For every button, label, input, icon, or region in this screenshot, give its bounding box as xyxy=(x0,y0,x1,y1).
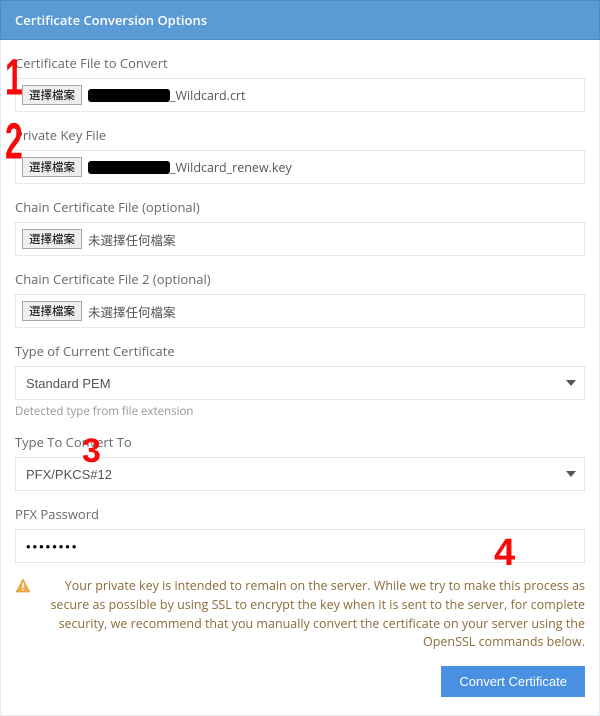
security-warning: Your private key is intended to remain o… xyxy=(15,577,585,652)
chain2-label: Chain Certificate File 2 (optional) xyxy=(15,270,585,288)
current-type-label: Type of Current Certificate xyxy=(15,342,585,360)
redacted-text xyxy=(88,161,170,174)
convert-certificate-button[interactable]: Convert Certificate xyxy=(441,666,585,697)
pfx-password-input[interactable] xyxy=(15,529,585,563)
current-type-select[interactable]: Standard PEM xyxy=(15,366,585,400)
current-type-help: Detected type from file extension xyxy=(15,404,585,419)
warning-text: Your private key is intended to remain o… xyxy=(37,577,585,652)
chain2-browse-button[interactable]: 選擇檔案 xyxy=(22,301,82,321)
panel-header: Certificate Conversion Options xyxy=(0,0,600,40)
pfx-password-label: PFX Password xyxy=(15,505,585,523)
private-key-browse-button[interactable]: 選擇檔案 xyxy=(22,157,82,177)
chain1-browse-button[interactable]: 選擇檔案 xyxy=(22,229,82,249)
cert-file-name: _Wildcard.crt xyxy=(88,87,246,104)
panel-title: Certificate Conversion Options xyxy=(15,11,207,29)
cert-file-browse-button[interactable]: 選擇檔案 xyxy=(22,85,82,105)
convert-to-select[interactable]: PFX/PKCS#12 xyxy=(15,457,585,491)
private-key-input[interactable]: 選擇檔案 _Wildcard_renew.key xyxy=(15,150,585,184)
chain2-no-file: 未選擇任何檔案 xyxy=(88,302,176,321)
chain1-input[interactable]: 選擇檔案 未選擇任何檔案 xyxy=(15,222,585,256)
chain1-no-file: 未選擇任何檔案 xyxy=(88,230,176,249)
field-chain1: Chain Certificate File (optional) 選擇檔案 未… xyxy=(15,198,585,256)
field-chain2: Chain Certificate File 2 (optional) 選擇檔案… xyxy=(15,270,585,328)
chain2-input[interactable]: 選擇檔案 未選擇任何檔案 xyxy=(15,294,585,328)
field-pfx-password: PFX Password xyxy=(15,505,585,563)
action-row: Convert Certificate xyxy=(15,666,585,697)
private-key-name: _Wildcard_renew.key xyxy=(88,159,292,176)
panel-body: Certificate File to Convert 選擇檔案 _Wildca… xyxy=(0,40,600,716)
field-cert-file: Certificate File to Convert 選擇檔案 _Wildca… xyxy=(15,54,585,112)
warning-icon xyxy=(15,578,31,594)
chain1-label: Chain Certificate File (optional) xyxy=(15,198,585,216)
field-current-type: Type of Current Certificate Standard PEM… xyxy=(15,342,585,419)
cert-file-label: Certificate File to Convert xyxy=(15,54,585,72)
cert-file-suffix: _Wildcard.crt xyxy=(170,87,246,104)
field-private-key: Private Key File 選擇檔案 _Wildcard_renew.ke… xyxy=(15,126,585,184)
redacted-text xyxy=(88,89,170,102)
private-key-label: Private Key File xyxy=(15,126,585,144)
field-convert-to: Type To Convert To PFX/PKCS#12 xyxy=(15,433,585,491)
private-key-suffix: _Wildcard_renew.key xyxy=(170,159,292,176)
convert-to-label: Type To Convert To xyxy=(15,433,585,451)
cert-file-input[interactable]: 選擇檔案 _Wildcard.crt xyxy=(15,78,585,112)
